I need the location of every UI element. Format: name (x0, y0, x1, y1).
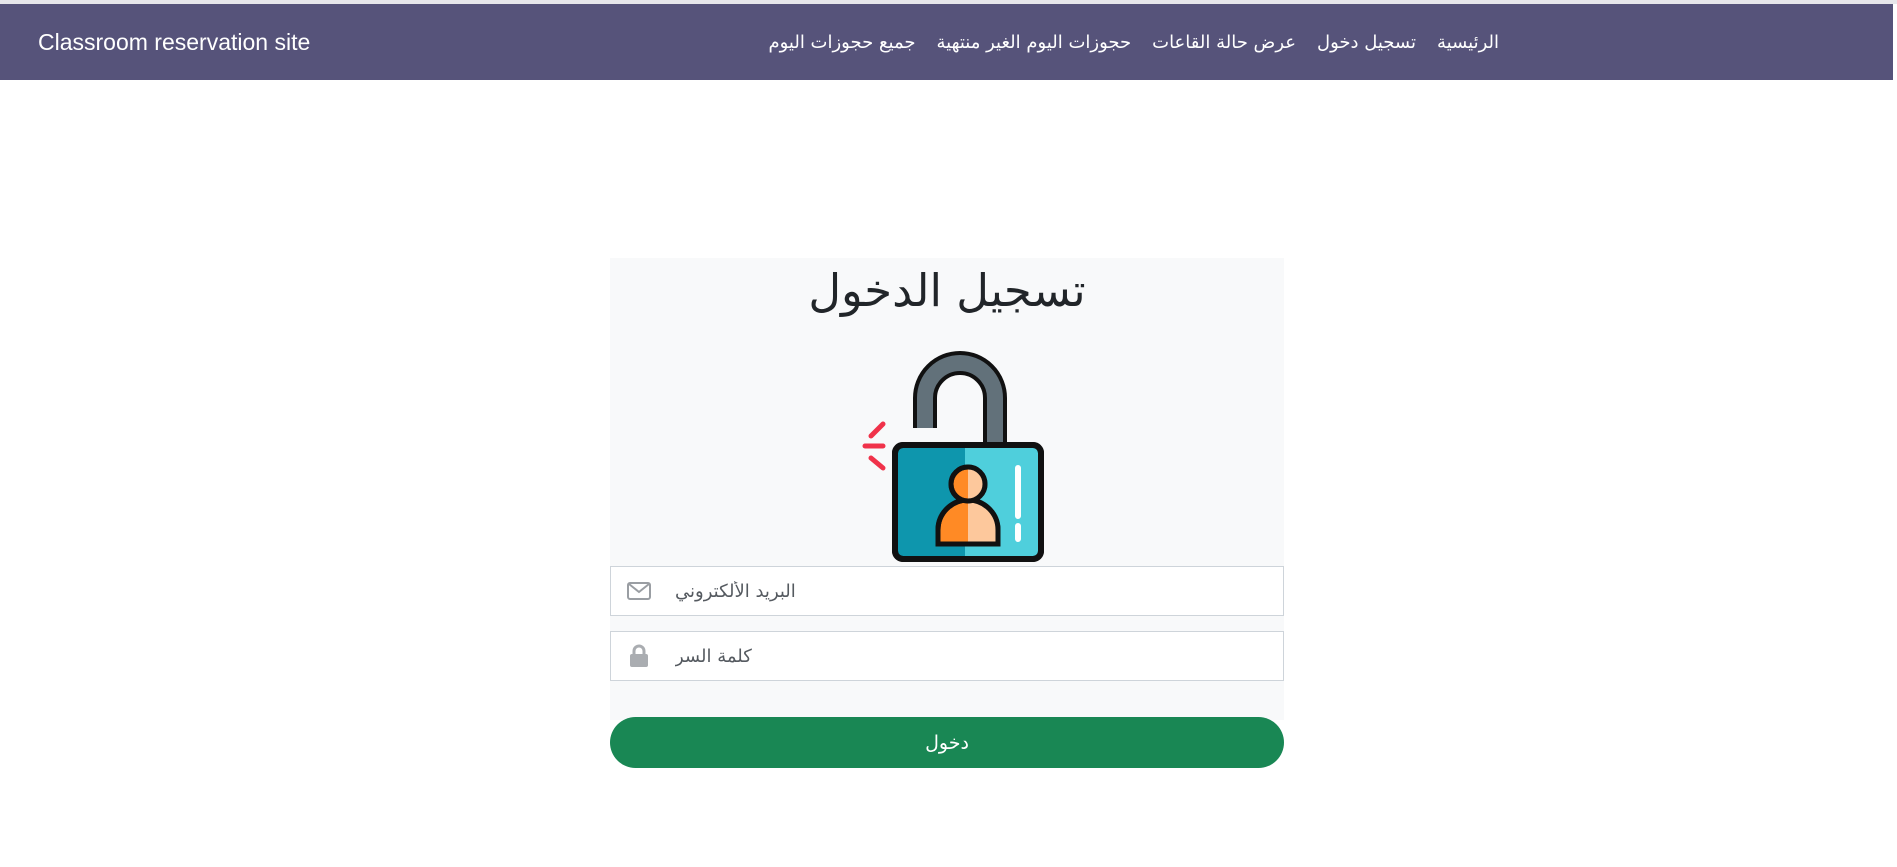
email-input[interactable] (667, 568, 1283, 614)
password-input[interactable] (667, 633, 1283, 679)
nav-link-all-today[interactable]: جميع حجوزات اليوم (768, 32, 915, 53)
nav-links: الرئيسية تسجيل دخول عرض حالة القاعات حجو… (768, 4, 1499, 80)
login-title: تسجيل الدخول (808, 264, 1086, 317)
login-button[interactable]: دخول (610, 717, 1284, 768)
nav-link-login[interactable]: تسجيل دخول (1317, 32, 1416, 53)
nav-link-unfinished-today[interactable]: حجوزات اليوم الغير منتهية (937, 32, 1132, 53)
email-field-group (610, 566, 1284, 616)
lock-icon (611, 632, 667, 680)
password-field-group (610, 631, 1284, 681)
nav-link-room-status[interactable]: عرض حالة القاعات (1152, 32, 1296, 53)
unlocked-padlock-user-icon (862, 351, 1044, 562)
nav-link-home[interactable]: الرئيسية (1437, 32, 1499, 53)
brand-link[interactable]: Classroom reservation site (38, 4, 310, 80)
envelope-icon (611, 567, 667, 615)
navbar: Classroom reservation site الرئيسية تسجي… (0, 4, 1893, 80)
